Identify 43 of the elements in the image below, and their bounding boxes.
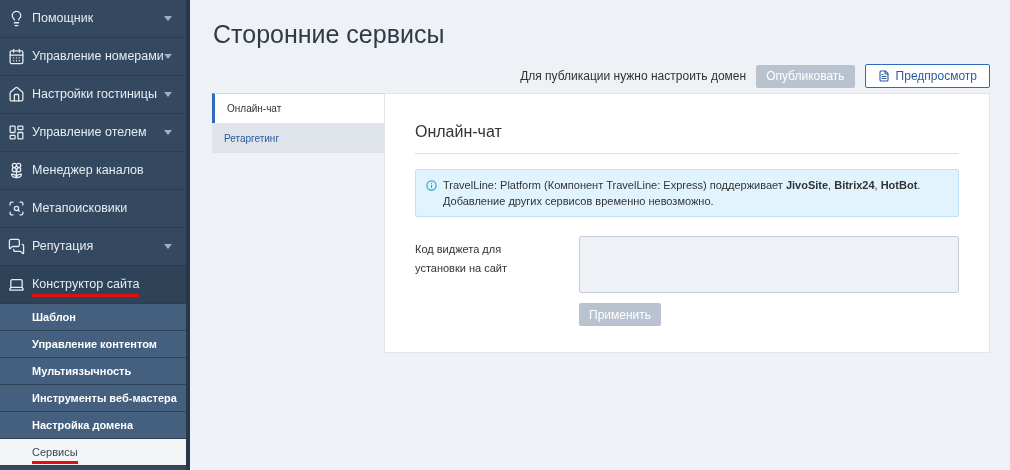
tab[interactable]: Онлайн-чат [212, 93, 384, 123]
submenu-label: Шаблон [32, 309, 76, 325]
caret-icon [164, 244, 172, 249]
search-icon [8, 200, 25, 217]
submenu-label: Инструменты веб-мастера [32, 390, 177, 406]
sidebar-label: Менеджер каналов [32, 162, 144, 180]
flower-icon [8, 162, 25, 179]
sidebar-label: Репутация [32, 238, 94, 256]
caret-icon [164, 130, 172, 135]
house-icon [8, 86, 25, 103]
submenu-item[interactable]: Инструменты веб-мастера [0, 385, 186, 412]
preview-button[interactable]: Предпросмотр [864, 64, 990, 88]
sidebar-label: Метапоисковики [32, 200, 128, 218]
chat-icon [8, 238, 25, 255]
sidebar-label: Управление номерами [32, 48, 164, 66]
sidebar-label: Управление отелем [32, 124, 147, 142]
submenu-item[interactable]: Сервисы [0, 439, 186, 466]
submenu-item[interactable]: Управление контентом [0, 331, 186, 358]
submenu-label: Настройка домена [32, 417, 134, 433]
info-icon [426, 180, 437, 191]
tab[interactable]: Ретаргетинг [212, 123, 384, 153]
submenu-label: Сервисы [32, 444, 78, 464]
sidebar-label: Помощник [32, 10, 94, 28]
caret-icon [164, 54, 172, 59]
laptop-icon [8, 276, 25, 293]
caret-icon [164, 16, 172, 21]
info-text: TravelLine: Platform (Компонент TravelLine: Express) поддерживает JivoSite, Bitrix24, HotBot. Добавление других сервисов временно невозможно. [443, 178, 922, 209]
sidebar-label: Настройки гостиницы [32, 86, 157, 104]
submenu-item[interactable]: Настройка домена [0, 412, 186, 439]
publish-note: Для публикации нужно настроить домен [520, 68, 747, 85]
submenu-label: Мультиязычность [32, 363, 132, 379]
caret-icon [164, 92, 172, 97]
document-icon [877, 70, 890, 82]
submenu-label: Управление контентом [32, 336, 157, 352]
calendar-icon [8, 48, 25, 65]
page-title: Сторонние сервисы [213, 19, 446, 50]
sidebar-label: Конструктор сайта [32, 274, 140, 298]
section-heading: Онлайн-чат [415, 120, 959, 154]
sidebar-item[interactable]: Конструктор сайта [0, 266, 186, 304]
submenu-item[interactable]: Мультиязычность [0, 358, 186, 385]
field-label: Код виджета для установки на сайт [415, 242, 508, 276]
submenu-item[interactable]: Шаблон [0, 304, 186, 331]
dashboard-icon [8, 124, 25, 141]
